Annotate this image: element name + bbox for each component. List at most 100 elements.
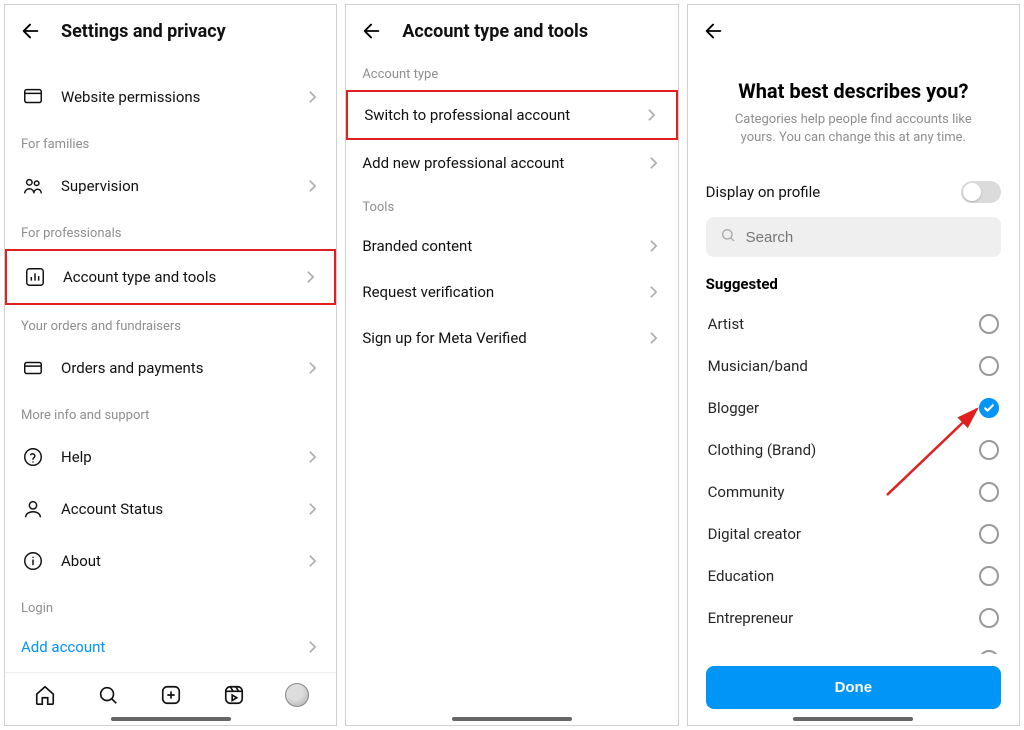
chevron-right-icon <box>304 449 320 465</box>
radio-icon[interactable] <box>979 356 999 376</box>
category-label: Education <box>708 567 775 585</box>
category-label: Clothing (Brand) <box>708 441 817 459</box>
home-icon[interactable] <box>33 683 57 707</box>
add-post-icon[interactable] <box>159 683 183 707</box>
chevron-right-icon <box>304 178 320 194</box>
category-list: Artist Musician/band Blogger Clothing (Bran… <box>706 303 1001 654</box>
section-login: Login <box>5 587 336 624</box>
suggested-heading: Suggested <box>706 275 1001 293</box>
category-row[interactable]: Entrepreneur <box>706 597 1001 639</box>
radio-icon[interactable] <box>979 524 999 544</box>
settings-list: … … … Website permissions For families S… <box>5 53 336 672</box>
toggle-label: Display on profile <box>706 183 821 201</box>
section-account-type: Account type <box>346 53 677 90</box>
chevron-right-icon <box>646 238 662 254</box>
category-title: What best describes you? <box>706 79 1001 103</box>
row-label: Add account <box>21 638 288 656</box>
globe-icon <box>21 85 45 109</box>
display-toggle[interactable] <box>961 181 1001 203</box>
category-subtitle: Categories help people find accounts lik… <box>706 111 1001 147</box>
home-indicator <box>452 717 572 721</box>
category-row[interactable]: Clothing (Brand) <box>706 429 1001 471</box>
page-title: Settings and privacy <box>61 21 226 42</box>
people-icon <box>21 174 45 198</box>
person-icon <box>21 497 45 521</box>
category-row[interactable]: Education <box>706 555 1001 597</box>
row-logout[interactable]: Log out anshuman.jain.94 <box>5 670 336 672</box>
row-account-status[interactable]: Account Status <box>5 483 336 535</box>
tab-bar <box>5 672 336 713</box>
row-label: Orders and payments <box>61 359 288 377</box>
category-label: Health/beauty <box>708 651 803 654</box>
chevron-right-icon <box>304 501 320 517</box>
category-label: Musician/band <box>708 357 808 375</box>
row-help[interactable]: Help <box>5 431 336 483</box>
category-row[interactable]: Artist <box>706 303 1001 345</box>
category-body: What best describes you? Categories help… <box>688 53 1019 725</box>
display-on-profile-row: Display on profile <box>706 181 1001 203</box>
back-arrow-icon[interactable] <box>702 19 726 43</box>
row-about[interactable]: About <box>5 535 336 587</box>
radio-icon[interactable] <box>979 608 999 628</box>
chevron-right-icon <box>646 284 662 300</box>
radio-icon[interactable] <box>979 650 999 654</box>
profile-avatar[interactable] <box>285 683 309 707</box>
row-branded-content[interactable]: Branded content <box>346 223 677 269</box>
row-label: Help <box>61 448 288 466</box>
chevron-right-icon <box>304 553 320 569</box>
radio-icon[interactable] <box>979 482 999 502</box>
radio-icon[interactable] <box>979 566 999 586</box>
row-account-type-tools[interactable]: Account type and tools <box>5 249 336 305</box>
chevron-right-icon <box>644 107 660 123</box>
search-icon[interactable] <box>96 683 120 707</box>
row-label: Sign up for Meta Verified <box>362 329 629 347</box>
cropped-row: … … … <box>5 53 336 71</box>
category-search[interactable] <box>706 217 1001 257</box>
section-tools: Tools <box>346 186 677 223</box>
row-website-permissions[interactable]: Website permissions <box>5 71 336 123</box>
header: Settings and privacy <box>5 5 336 53</box>
row-label: Website permissions <box>61 88 288 106</box>
search-input[interactable] <box>746 229 987 246</box>
done-button[interactable]: Done <box>706 666 1001 709</box>
category-label: Digital creator <box>708 525 801 543</box>
row-switch-professional[interactable]: Switch to professional account <box>346 90 677 140</box>
category-label: Blogger <box>708 399 759 417</box>
section-families: For families <box>5 123 336 160</box>
home-indicator <box>793 717 913 721</box>
info-icon <box>21 549 45 573</box>
row-label: Supervision <box>61 177 288 195</box>
radio-icon[interactable] <box>979 440 999 460</box>
row-label: Add new professional account <box>362 154 629 172</box>
chevron-right-icon <box>646 155 662 171</box>
row-orders-payments[interactable]: Orders and payments <box>5 342 336 394</box>
category-row[interactable]: Community <box>706 471 1001 513</box>
account-type-list: Account type Switch to professional acco… <box>346 53 677 713</box>
category-row[interactable]: Digital creator <box>706 513 1001 555</box>
row-request-verification[interactable]: Request verification <box>346 269 677 315</box>
home-indicator <box>111 717 231 721</box>
back-arrow-icon[interactable] <box>19 19 43 43</box>
row-supervision[interactable]: Supervision <box>5 160 336 212</box>
row-label: Account Status <box>61 500 288 518</box>
radio-icon[interactable] <box>979 314 999 334</box>
section-orders: Your orders and fundraisers <box>5 305 336 342</box>
back-arrow-icon[interactable] <box>360 19 384 43</box>
category-row[interactable]: Blogger <box>706 387 1001 429</box>
chevron-right-icon <box>304 89 320 105</box>
chevron-right-icon <box>304 639 320 655</box>
row-add-account[interactable]: Add account <box>5 624 336 670</box>
category-row[interactable]: Health/beauty <box>706 639 1001 654</box>
radio-checked-icon[interactable] <box>979 398 999 418</box>
bar-chart-icon <box>23 265 47 289</box>
search-icon <box>720 227 736 247</box>
row-meta-verified[interactable]: Sign up for Meta Verified <box>346 315 677 361</box>
category-label: Entrepreneur <box>708 609 794 627</box>
row-add-professional[interactable]: Add new professional account <box>346 140 677 186</box>
page-title: Account type and tools <box>402 21 588 42</box>
category-row[interactable]: Musician/band <box>706 345 1001 387</box>
header: Account type and tools <box>346 5 677 53</box>
category-label: Community <box>708 483 785 501</box>
panel-settings: Settings and privacy … … … Website permi… <box>4 4 337 726</box>
reels-icon[interactable] <box>222 683 246 707</box>
